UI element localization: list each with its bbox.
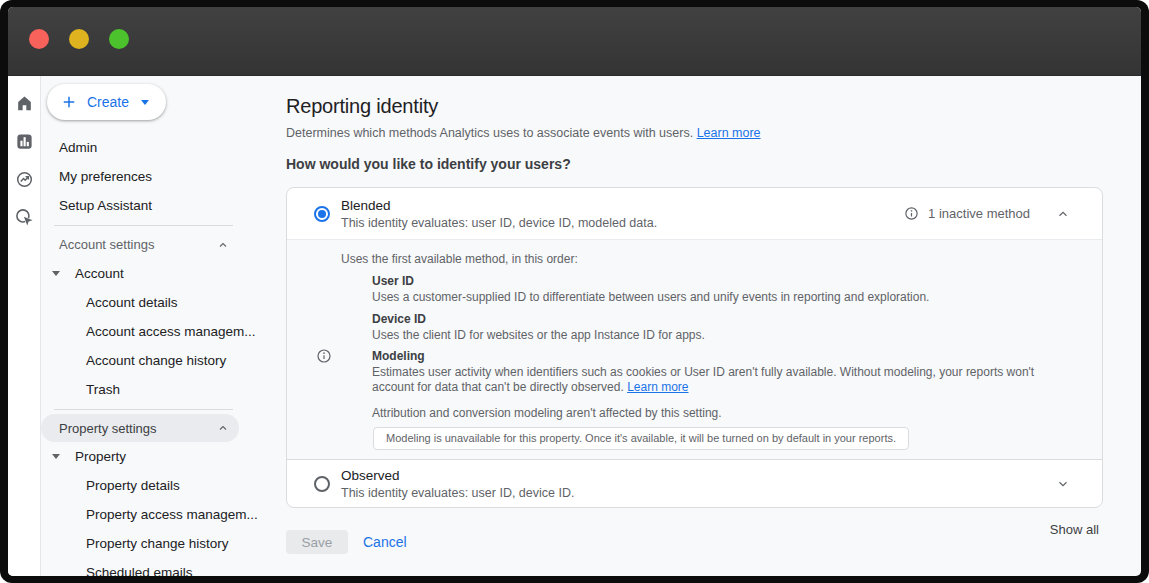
sidebar-divider	[54, 225, 233, 226]
observed-option-row[interactable]: Observed This identity evaluates: user I…	[287, 460, 1102, 507]
advertising-icon[interactable]	[15, 208, 34, 227]
methods-intro: Uses the first available method, in this…	[341, 251, 1082, 267]
sidebar-item-property-access[interactable]: Property access managem...	[41, 500, 273, 529]
sidebar-divider	[54, 409, 233, 410]
show-all-link[interactable]: Show all	[1050, 522, 1099, 537]
home-icon[interactable]	[15, 94, 34, 113]
sidebar-item-property-details[interactable]: Property details	[41, 471, 273, 500]
blended-radio[interactable]	[313, 205, 331, 223]
collapse-chevron-icon[interactable]	[1056, 207, 1070, 221]
method-modeling: Modeling Estimates user activity when id…	[372, 348, 1082, 450]
create-button[interactable]: Create	[47, 84, 166, 120]
sidebar-item-admin[interactable]: Admin	[41, 133, 273, 162]
window-content: Create Admin My preferences Setup Assist…	[8, 7, 1141, 576]
method-user-id: User ID Uses a customer-supplied ID to d…	[372, 273, 1082, 305]
expander-icon[interactable]	[52, 271, 60, 276]
sidebar-item-account-change-history[interactable]: Account change history	[41, 346, 273, 375]
nav-rail	[8, 76, 41, 576]
sidebar-item-trash[interactable]: Trash	[41, 375, 273, 404]
inactive-method-note: 1 inactive method	[928, 206, 1030, 221]
sidebar-item-my-preferences[interactable]: My preferences	[41, 162, 273, 191]
sidebar-item-property[interactable]: Property	[41, 442, 273, 471]
page-description: Determines which methods Analytics uses …	[286, 126, 1141, 140]
section-account-settings[interactable]: Account settings	[41, 230, 239, 259]
info-icon[interactable]	[904, 206, 919, 221]
sidebar-item-setup-assistant[interactable]: Setup Assistant	[41, 191, 273, 220]
sidebar-item-property-change-history[interactable]: Property change history	[41, 529, 273, 558]
chevron-up-icon[interactable]	[217, 239, 229, 251]
explore-icon[interactable]	[15, 170, 34, 189]
observed-radio[interactable]	[313, 475, 331, 493]
sidebar-item-account-details[interactable]: Account details	[41, 288, 273, 317]
cancel-button[interactable]: Cancel	[363, 534, 407, 550]
section-property-settings[interactable]: Property settings	[41, 414, 239, 442]
blended-subtitle: This identity evaluates: user ID, device…	[341, 216, 657, 230]
attribution-note: Attribution and conversion modeling aren…	[372, 405, 1082, 421]
blended-label: Blended	[341, 198, 657, 213]
admin-sidebar: Create Admin My preferences Setup Assist…	[41, 76, 273, 576]
learn-more-link[interactable]: Learn more	[697, 126, 761, 140]
page-title: Reporting identity	[286, 95, 1141, 118]
expander-icon[interactable]	[52, 454, 60, 459]
chevron-down-icon	[141, 100, 149, 105]
learn-more-link[interactable]: Learn more	[627, 380, 688, 394]
card-footer: Show all Save Cancel	[286, 508, 1103, 554]
observed-label: Observed	[341, 468, 574, 483]
macos-window: Create Admin My preferences Setup Assist…	[0, 0, 1149, 583]
sidebar-item-scheduled-emails[interactable]: Scheduled emails	[41, 558, 273, 576]
identify-users-question: How would you like to identify your user…	[286, 156, 1141, 172]
identity-options-card: Blended This identity evaluates: user ID…	[286, 187, 1103, 508]
window-titlebar[interactable]	[8, 7, 1141, 76]
main-content: Reporting identity Determines which meth…	[273, 76, 1141, 576]
sidebar-item-account[interactable]: Account	[41, 259, 273, 288]
blended-details-panel: Uses the first available method, in this…	[287, 239, 1102, 460]
modeling-description: Estimates user activity when identifiers…	[372, 365, 1052, 394]
app-body: Create Admin My preferences Setup Assist…	[8, 76, 1141, 576]
sidebar-item-account-access[interactable]: Account access managem...	[41, 317, 273, 346]
close-button[interactable]	[29, 29, 49, 49]
chevron-up-icon[interactable]	[217, 422, 229, 434]
minimize-button[interactable]	[69, 29, 89, 49]
reports-icon[interactable]	[15, 132, 34, 151]
method-device-id: Device ID Uses the client ID for website…	[372, 311, 1082, 343]
zoom-button[interactable]	[109, 29, 129, 49]
observed-subtitle: This identity evaluates: user ID, device…	[341, 486, 574, 500]
save-button[interactable]: Save	[286, 530, 348, 554]
info-icon	[316, 348, 332, 364]
modeling-unavailable-note: Modeling is unavailable for this propert…	[373, 427, 909, 450]
create-button-label: Create	[87, 94, 129, 110]
expand-chevron-icon[interactable]	[1056, 477, 1070, 491]
plus-icon	[60, 93, 78, 111]
blended-option-row[interactable]: Blended This identity evaluates: user ID…	[287, 188, 1102, 239]
